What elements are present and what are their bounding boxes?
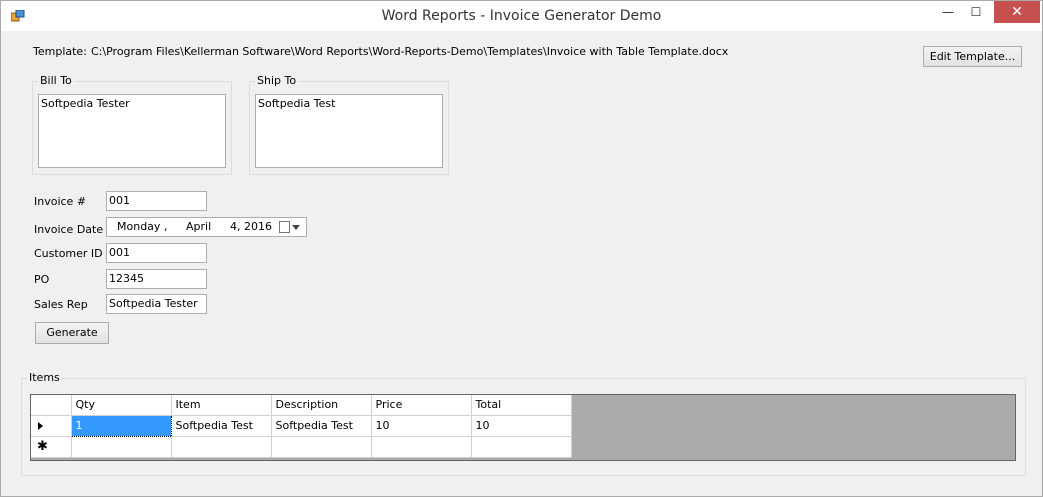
cell-qty[interactable]: 1 [70, 414, 172, 437]
items-table: Qty Item Description Price Total 1 Softp… [31, 395, 572, 458]
items-title: Items [27, 371, 62, 384]
date-year: 2016 [244, 220, 272, 233]
maximize-button[interactable]: ☐ [963, 1, 989, 23]
invoice-label: Invoice # [34, 195, 87, 208]
invoice-date-label: Invoice Date [34, 223, 104, 236]
column-header-description[interactable]: Description [271, 395, 372, 416]
column-header-total[interactable]: Total [471, 395, 572, 416]
sales-rep-label: Sales Rep [34, 298, 88, 311]
new-row-header[interactable]: ✱ [31, 436, 72, 458]
title-bar[interactable]: Word Reports - Invoice Generator Demo — … [1, 1, 1042, 31]
generate-button[interactable]: Generate [35, 322, 109, 344]
po-label: PO [34, 273, 50, 286]
po-field[interactable]: 12345 [106, 269, 207, 289]
new-cell-description[interactable] [271, 436, 372, 458]
edit-template-button[interactable]: Edit Template... [923, 46, 1022, 67]
ship-to-field[interactable]: Softpedia Test [255, 94, 443, 168]
header-corner[interactable] [31, 395, 72, 416]
new-cell-item[interactable] [171, 436, 272, 458]
template-label: Template: [33, 45, 87, 58]
date-separator: , [164, 220, 168, 233]
sales-rep-field[interactable]: Softpedia Tester [106, 294, 207, 314]
calendar-icon[interactable] [279, 221, 290, 233]
table-row[interactable]: 1 Softpedia Test Softpedia Test 10 10 [31, 414, 572, 437]
cell-item[interactable]: Softpedia Test [171, 415, 272, 437]
invoice-date-picker[interactable]: Monday , April 4, 2016 [106, 217, 307, 237]
dropdown-arrow-icon[interactable] [292, 225, 300, 230]
row-header[interactable] [31, 415, 72, 437]
items-grid[interactable]: Qty Item Description Price Total 1 Softp… [30, 394, 1016, 461]
column-header-price[interactable]: Price [371, 395, 472, 416]
ship-to-title: Ship To [255, 74, 299, 87]
new-cell-qty[interactable] [71, 436, 172, 458]
minimize-button[interactable]: — [935, 1, 961, 23]
current-row-arrow-icon [38, 421, 43, 430]
bill-to-title: Bill To [38, 74, 74, 87]
new-row-asterisk-icon: ✱ [37, 438, 48, 454]
cell-total[interactable]: 10 [471, 415, 572, 437]
date-day: Monday [117, 220, 161, 233]
new-row[interactable]: ✱ [31, 436, 572, 458]
new-cell-total[interactable] [471, 436, 572, 458]
date-day-of-month: 4, [230, 220, 241, 233]
customer-id-field[interactable]: 001 [106, 243, 207, 263]
cell-price[interactable]: 10 [371, 415, 472, 437]
main-window: Word Reports - Invoice Generator Demo — … [0, 0, 1043, 497]
template-path: C:\Program Files\Kellerman Software\Word… [91, 45, 729, 58]
bill-to-field[interactable]: Softpedia Tester [38, 94, 226, 168]
customer-id-label: Customer ID [34, 247, 103, 260]
cell-description[interactable]: Softpedia Test [271, 415, 372, 437]
window-title: Word Reports - Invoice Generator Demo [381, 8, 662, 24]
new-cell-price[interactable] [371, 436, 472, 458]
column-header-qty[interactable]: Qty [71, 395, 172, 416]
table-header-row: Qty Item Description Price Total [31, 395, 572, 416]
close-button[interactable]: ✕ [994, 1, 1040, 23]
invoice-number-field[interactable]: 001 [106, 191, 207, 211]
date-month: April [186, 220, 212, 233]
column-header-item[interactable]: Item [171, 395, 272, 416]
